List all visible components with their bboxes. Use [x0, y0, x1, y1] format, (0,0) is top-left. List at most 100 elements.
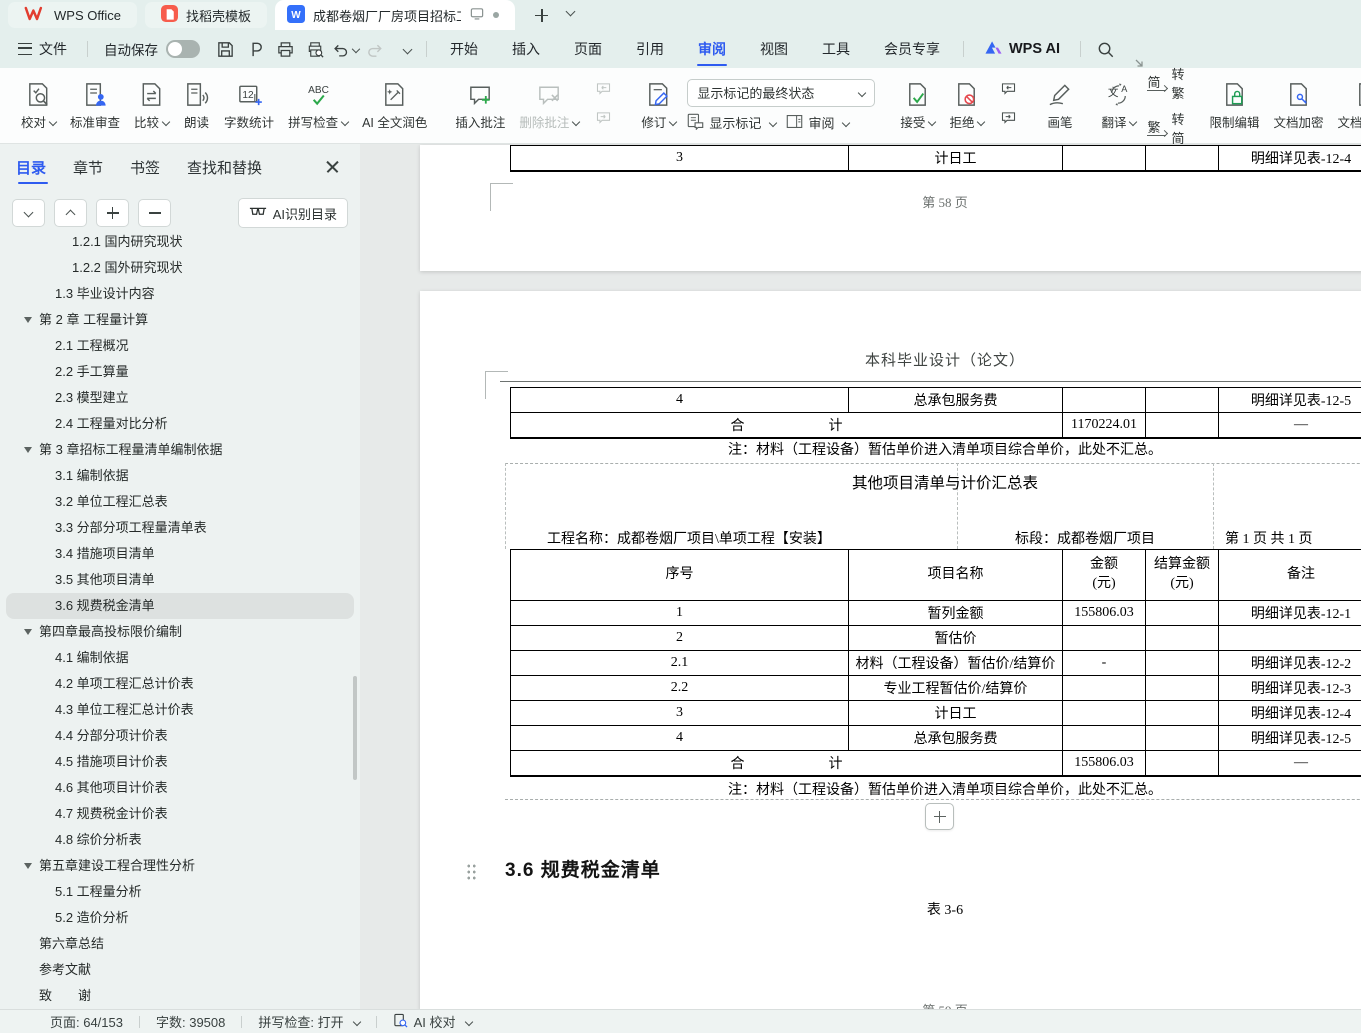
sidebar-tab-章节[interactable]: 章节	[73, 144, 103, 190]
tab-list-chevron-button[interactable]	[563, 4, 574, 22]
previous-comment-button[interactable]	[591, 81, 615, 101]
to-simplified-button[interactable]: 繁转简	[1147, 109, 1184, 147]
translate-button[interactable]: 文A翻译	[1094, 78, 1143, 134]
sidebar-tab-目录[interactable]: 目录	[16, 144, 46, 190]
toc-item[interactable]: 3.3 分部分项工程量清单表	[6, 515, 354, 541]
standard-review-button[interactable]: 标准审查	[63, 78, 127, 134]
menu-tab-工具[interactable]: 工具	[805, 30, 867, 68]
toc-item[interactable]: 4.7 规费税金计价表	[6, 801, 354, 827]
toc-item[interactable]: 2.1 工程概况	[6, 333, 354, 359]
menu-tab-插入[interactable]: 插入	[495, 30, 557, 68]
toc-item[interactable]: 5.1 工程量分析	[6, 879, 354, 905]
encrypt-button[interactable]: 文档加密	[1267, 78, 1331, 134]
ai-proofread-status[interactable]: AI 校对	[391, 1012, 474, 1031]
show-markup-button[interactable]: 显示标记	[687, 113, 776, 133]
toc-item[interactable]: 第六章总结	[6, 931, 354, 957]
spell-check-status[interactable]: 拼写检查: 打开	[256, 1012, 361, 1031]
collapse-ribbon-button[interactable]	[1133, 56, 1145, 68]
insert-comment-button[interactable]: 插入批注	[448, 78, 512, 134]
tab-document[interactable]: W 成都卷烟厂厂房项目招标工程	[275, 0, 515, 30]
toc-item[interactable]: 4.5 措施项目计价表	[6, 749, 354, 775]
toc-item[interactable]: 3.6 规费税金清单	[6, 593, 354, 619]
proofread-button[interactable]: 校对	[14, 78, 63, 134]
export-pdf-button[interactable]	[241, 35, 269, 63]
monitor-icon[interactable]	[469, 6, 485, 24]
markup-state-dropdown[interactable]: 显示标记的最终状态	[687, 79, 875, 107]
print-button[interactable]	[271, 35, 299, 63]
ink-pen-button[interactable]: 画笔	[1039, 78, 1080, 134]
sidebar-tab-书签[interactable]: 书签	[130, 144, 160, 190]
toc-item[interactable]: 第 2 章 工程量计算	[6, 307, 354, 333]
page-indicator[interactable]: 页面: 64/153	[48, 1012, 125, 1031]
next-change-button[interactable]	[996, 110, 1020, 130]
reject-button[interactable]: 拒绝	[942, 78, 991, 134]
toc-item[interactable]: 4.3 单位工程汇总计价表	[6, 697, 354, 723]
menu-tab-页面[interactable]: 页面	[557, 30, 619, 68]
menu-tab-会员专享[interactable]: 会员专享	[867, 30, 957, 68]
previous-change-button[interactable]	[996, 81, 1020, 101]
track-changes-button[interactable]: 修订	[634, 78, 683, 134]
toc-item[interactable]: 3.1 编制依据	[6, 463, 354, 489]
print-preview-button[interactable]	[301, 35, 329, 63]
toc-item[interactable]: 第 3 章招标工程量清单编制依据	[6, 437, 354, 463]
sidebar-scrollbar[interactable]	[353, 676, 357, 780]
toc-item[interactable]: 2.2 手工算量	[6, 359, 354, 385]
search-button[interactable]	[1091, 35, 1119, 63]
toc-item[interactable]: 1.3 毕业设计内容	[6, 281, 354, 307]
toc-item[interactable]: 3.2 单位工程汇总表	[6, 489, 354, 515]
new-tab-button[interactable]	[529, 2, 555, 28]
toc-item[interactable]: 4.8 综价分析表	[6, 827, 354, 853]
toc-item[interactable]: 3.4 措施项目清单	[6, 541, 354, 567]
toc-item[interactable]: 第四章最高投标限价编制	[6, 619, 354, 645]
accept-button[interactable]: 接受	[893, 78, 942, 134]
toc-item[interactable]: 第五章建设工程合理性分析	[6, 853, 354, 879]
toc-item[interactable]: 2.4 工程量对比分析	[6, 411, 354, 437]
word-count-indicator[interactable]: 字数: 39508	[154, 1012, 227, 1031]
finalize-button[interactable]: 文档定稿	[1331, 78, 1361, 134]
restrict-editing-button[interactable]: 限制编辑	[1203, 78, 1267, 134]
tab-docer-templates[interactable]: 找稻壳模板	[145, 2, 267, 28]
menu-tab-开始[interactable]: 开始	[433, 30, 495, 68]
add-table-row-button[interactable]	[925, 803, 954, 830]
read-aloud-button[interactable]: 朗读	[176, 78, 217, 134]
toc-item[interactable]: 2.3 模型建立	[6, 385, 354, 411]
ai-recognize-toc-button[interactable]: AI识别目录	[238, 198, 348, 228]
undo-button[interactable]	[331, 35, 359, 63]
delete-comment-button[interactable]: 删除批注	[512, 78, 586, 134]
review-pane-button[interactable]: 审阅	[786, 113, 849, 133]
redo-button[interactable]	[361, 35, 389, 63]
expand-all-button[interactable]	[12, 199, 45, 227]
toc-item[interactable]: 1.2.1 国内研究现状	[6, 234, 354, 255]
toc-item[interactable]: 参考文献	[6, 957, 354, 983]
file-menu-button[interactable]: 文件	[0, 30, 81, 68]
zoom-out-button[interactable]	[138, 199, 171, 227]
tab-wps-office[interactable]: WPS Office	[8, 2, 137, 28]
ai-polish-button[interactable]: AI 全文润色	[355, 78, 434, 134]
document-page-58[interactable]: 3计日工明细详见表-12-4 第 58 页	[420, 145, 1361, 271]
collapse-all-button[interactable]	[54, 199, 87, 227]
toc-item[interactable]: 4.1 编制依据	[6, 645, 354, 671]
toc-item[interactable]: 3.5 其他项目清单	[6, 567, 354, 593]
menu-tab-引用[interactable]: 引用	[619, 30, 681, 68]
spell-check-button[interactable]: ABC拼写检查	[281, 78, 355, 134]
more-commands-chevron[interactable]	[391, 35, 419, 63]
toc-item[interactable]: 致 谢	[6, 983, 354, 1009]
toc-item[interactable]: 5.2 造价分析	[6, 905, 354, 931]
toc-item[interactable]: 4.6 其他项目计价表	[6, 775, 354, 801]
toc-item[interactable]: 4.4 分部分项计价表	[6, 723, 354, 749]
word-count-button[interactable]: 12字数统计	[217, 78, 281, 134]
close-sidebar-button[interactable]	[322, 156, 344, 178]
document-page-59[interactable]: 本科毕业设计（论文） 4总承包服务费明细详见表-12-5合 计1170224.0…	[420, 291, 1361, 1010]
next-comment-button[interactable]	[591, 110, 615, 130]
zoom-in-button[interactable]	[96, 199, 129, 227]
sidebar-tab-查找和替换[interactable]: 查找和替换	[187, 144, 262, 190]
autosave-toggle[interactable]	[166, 40, 200, 58]
wps-ai-button[interactable]: WPS AI	[970, 39, 1074, 60]
menu-tab-审阅[interactable]: 审阅	[681, 30, 743, 68]
paragraph-drag-handle[interactable]	[466, 863, 477, 881]
toc-item[interactable]: 1.2.2 国外研究现状	[6, 255, 354, 281]
toc-item[interactable]: 4.2 单项工程汇总计价表	[6, 671, 354, 697]
to-traditional-button[interactable]: 简转繁	[1147, 64, 1184, 102]
compare-button[interactable]: 比较	[127, 78, 176, 134]
save-button[interactable]	[211, 35, 239, 63]
